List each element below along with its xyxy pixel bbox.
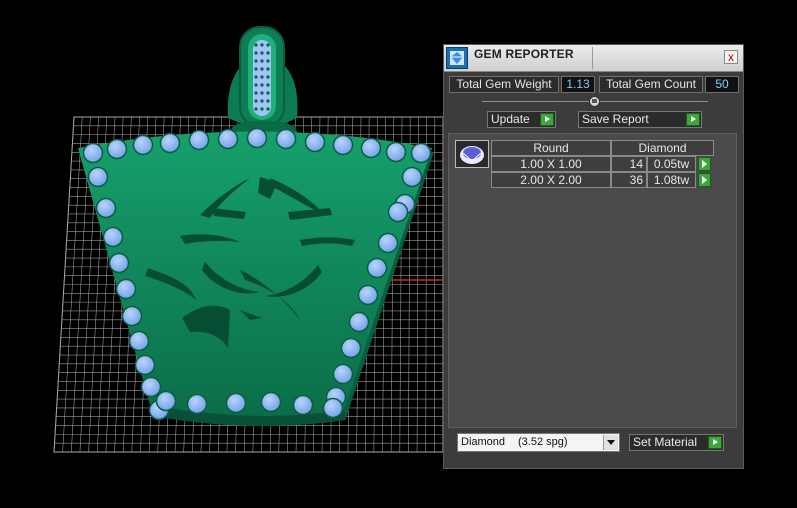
pendant-bail <box>226 27 300 138</box>
row-details-play-icon[interactable] <box>698 173 711 187</box>
panel-titlebar[interactable]: GEM REPORTER x <box>444 45 743 72</box>
play-arrow-icon <box>540 113 554 126</box>
shape-header: Round <box>491 140 611 156</box>
row-size: 1.00 X 1.00 <box>491 156 611 172</box>
save-report-button-label: Save Report <box>582 112 649 127</box>
total-gem-weight-value: 1.13 <box>561 76 595 93</box>
title-divider <box>592 47 593 69</box>
pendant-body <box>78 132 434 427</box>
close-icon[interactable]: x <box>724 50 738 64</box>
material-select-spg: (3.52 spg) <box>518 434 568 451</box>
set-material-button-label: Set Material <box>633 435 697 450</box>
total-gem-count-value: 50 <box>705 76 739 93</box>
gem-reporter-panel: GEM REPORTER x Total Gem Weight 1.13 Tot… <box>443 44 744 469</box>
row-count: 36 <box>611 172 647 188</box>
row-count: 14 <box>611 156 647 172</box>
size-slider-handle[interactable] <box>589 96 600 107</box>
gem-reporter-icon <box>446 47 468 69</box>
row-size: 2.00 X 2.00 <box>491 172 611 188</box>
chevron-down-icon[interactable] <box>603 435 618 450</box>
gem-report-area: Round Diamond 1.00 X 1.00 14 0.05tw 2.00… <box>448 133 737 428</box>
total-gem-weight-label: Total Gem Weight <box>449 76 559 93</box>
update-button[interactable]: Update <box>487 111 556 128</box>
row-details-play-icon[interactable] <box>698 157 711 171</box>
material-header: Diamond <box>611 140 714 156</box>
update-button-label: Update <box>491 112 530 127</box>
total-gem-count-label: Total Gem Count <box>599 76 703 93</box>
play-arrow-icon <box>708 436 722 449</box>
set-material-button[interactable]: Set Material <box>629 434 724 451</box>
row-weight: 1.08tw <box>647 172 696 188</box>
play-arrow-icon <box>686 113 700 126</box>
panel-title: GEM REPORTER <box>474 47 574 61</box>
round-gem-icon <box>455 140 489 168</box>
material-select[interactable]: Diamond (3.52 spg) <box>457 433 620 452</box>
save-report-button[interactable]: Save Report <box>578 111 702 128</box>
material-select-name: Diamond <box>461 434 505 451</box>
row-weight: 0.05tw <box>647 156 696 172</box>
